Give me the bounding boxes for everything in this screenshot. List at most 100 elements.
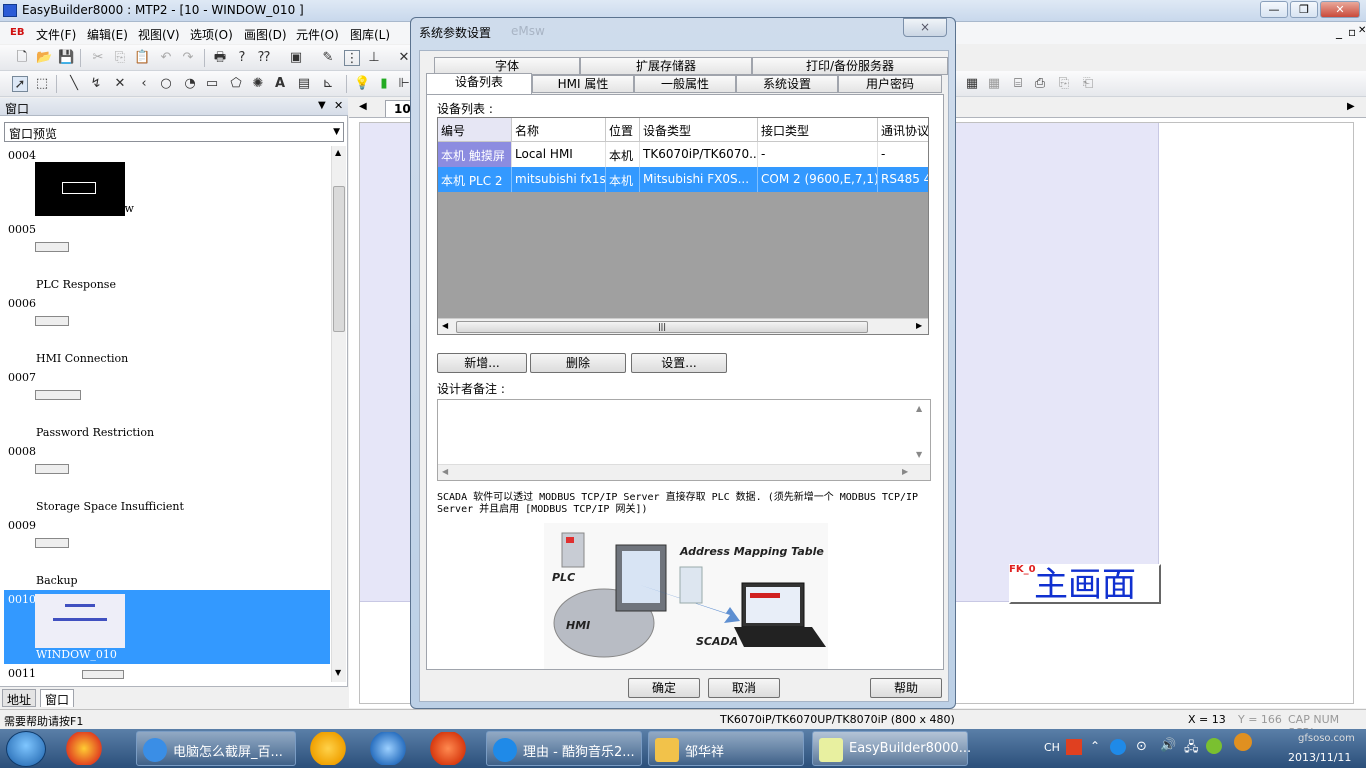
mdi-close-icon[interactable]: ✕ [1358, 25, 1366, 36]
tray-plus-icon[interactable] [1206, 738, 1222, 754]
text-icon[interactable]: A [272, 76, 288, 92]
menu-edit[interactable]: 编辑(E) [87, 26, 128, 43]
maximize-button[interactable]: ❐ [1290, 1, 1318, 18]
tab-scroll-left-icon[interactable]: ◀ [359, 101, 367, 112]
tab-print-backup-server[interactable]: 打印/备份服务器 [752, 57, 948, 75]
pie-icon[interactable]: ◔ [182, 76, 198, 92]
align-icon[interactable]: ⊥ [366, 50, 382, 66]
flash-app-icon[interactable] [424, 732, 472, 765]
arc-icon[interactable]: ‹ [136, 76, 152, 92]
scroll-up-icon[interactable]: ▲ [916, 404, 922, 413]
clock-date[interactable]: 2013/11/11 [1288, 751, 1351, 764]
col-header-device-type[interactable]: 设备类型 [640, 118, 758, 142]
add-device-button[interactable]: 新增... [437, 353, 527, 373]
ok-button[interactable]: 确定 [628, 678, 700, 698]
context-help-icon[interactable]: ⁇ [256, 50, 272, 66]
col-header-id[interactable]: 编号 [438, 118, 512, 142]
help-button[interactable]: 帮助 [870, 678, 942, 698]
menu-options[interactable]: 选项(O) [190, 26, 233, 43]
settings-gear-icon[interactable] [1234, 733, 1252, 751]
line-icon[interactable]: ╲ [66, 76, 82, 92]
rectangle-icon[interactable]: ▭ [204, 76, 220, 92]
scroll-thumb[interactable]: ||| [456, 321, 868, 333]
dialog-close-button[interactable]: × [903, 18, 947, 37]
window-item-0004[interactable]: 0004 Common Window [4, 146, 330, 220]
pinned-app-icon[interactable] [60, 732, 108, 765]
tab-user-password[interactable]: 用户密码 [838, 75, 942, 93]
cross-icon[interactable]: ✕ [112, 76, 128, 92]
menu-view[interactable]: 视图(V) [138, 26, 180, 43]
library-icon[interactable]: ▣ [288, 50, 304, 66]
bulb-icon[interactable]: 💡 [354, 76, 370, 92]
network-icon[interactable]: 🖧 [1184, 738, 1199, 760]
paste-icon[interactable]: 📋 [134, 50, 150, 66]
burst-icon[interactable]: ✺ [250, 76, 266, 92]
tab-system-settings[interactable]: 系统设置 [736, 75, 838, 93]
mdi-minimize-icon[interactable]: _ [1336, 25, 1342, 39]
taskbar-item-browser[interactable]: 电脑怎么截屏_百... [136, 731, 296, 766]
col-header-name[interactable]: 名称 [512, 118, 606, 142]
picture-icon[interactable]: ▤ [296, 76, 312, 92]
scroll-down-icon[interactable]: ▼ [916, 450, 922, 459]
window-item-0009[interactable]: 0009 Backup [4, 516, 330, 590]
menu-draw[interactable]: 画图(D) [244, 26, 287, 43]
table-horizontal-scrollbar[interactable]: ◀ ||| ▶ [438, 318, 928, 334]
help-icon[interactable]: ? [234, 50, 250, 66]
tab-scroll-right-icon[interactable]: ▶ [1347, 101, 1355, 112]
tab-address[interactable]: 地址 [2, 689, 37, 707]
open-folder-icon[interactable]: 📂 [36, 50, 52, 66]
window-item-0006[interactable]: 0006 HMI Connection [4, 294, 330, 368]
grid-icon[interactable]: ⋮ [344, 50, 360, 66]
panel-dropdown-icon[interactable]: ▼ [318, 100, 326, 111]
col-header-interface[interactable]: 接口类型 [758, 118, 878, 142]
grid-disabled-icon[interactable]: ▦ [986, 76, 1002, 92]
menu-objects[interactable]: 元件(O) [296, 26, 339, 43]
taskbar-item-kugou[interactable]: 理由 - 酷狗音乐2... [486, 731, 642, 766]
tray-app-icon[interactable]: ⊙ [1136, 739, 1147, 754]
window-list-scrollbar[interactable]: ▲ ▼ [331, 146, 346, 682]
kugou-tray-icon[interactable] [1110, 739, 1126, 755]
scroll-right-icon[interactable]: ▶ [916, 321, 922, 330]
new-file-icon[interactable]: 🗋 [14, 50, 30, 66]
scale-icon[interactable]: ⊾ [320, 76, 336, 92]
tray-expand-icon[interactable]: ⌃ [1090, 739, 1100, 753]
cut-icon[interactable]: ✂ [90, 50, 106, 66]
network-app-icon[interactable] [364, 732, 412, 765]
window-item-0007[interactable]: 0007 Password Restriction [4, 368, 330, 442]
copy-icon[interactable]: ⎘ [112, 50, 128, 66]
polygon-icon[interactable]: ⬠ [228, 76, 244, 92]
tab-window[interactable]: 窗口 [40, 689, 75, 707]
table-icon[interactable]: ▦ [964, 76, 980, 92]
device-settings-button[interactable]: 设置... [631, 353, 727, 373]
print-icon[interactable]: 🖶 [212, 50, 228, 66]
panel-close-icon[interactable]: ✕ [334, 99, 343, 112]
window-item-0010[interactable]: 0010 WINDOW_010 [4, 590, 330, 664]
col-header-location[interactable]: 位置 [606, 118, 640, 142]
tab-extended-memory[interactable]: 扩展存储器 [580, 57, 752, 75]
tab-hmi-attributes[interactable]: HMI 属性 [532, 75, 634, 93]
menu-file[interactable]: 文件(F) [36, 26, 76, 43]
volume-icon[interactable]: 🔊 [1160, 738, 1176, 753]
copy-disabled-icon[interactable]: ⎘ [1056, 76, 1072, 92]
window-item-0008[interactable]: 0008 Storage Space Insufficient [4, 442, 330, 516]
save-icon[interactable]: 💾 [58, 50, 74, 66]
paste-disabled-icon[interactable]: ⎗ [1080, 76, 1096, 92]
close-button[interactable]: ✕ [1320, 1, 1360, 18]
cancel-button[interactable]: 取消 [708, 678, 780, 698]
mdi-restore-icon[interactable]: ▫ [1348, 25, 1356, 39]
pc-icon[interactable]: ⎙ [1032, 76, 1048, 92]
delete-device-button[interactable]: 删除 [530, 353, 626, 373]
taskbar-item-easybuilder[interactable]: EasyBuilder8000... [812, 731, 971, 766]
redo-icon[interactable]: ↷ [180, 50, 196, 66]
macro-icon[interactable]: ⌸ [1010, 76, 1026, 92]
window-view-select[interactable]: 窗口预览 ▼ [4, 122, 344, 142]
scroll-left-icon[interactable]: ◀ [442, 321, 448, 330]
lamp-icon[interactable]: ▮ [376, 76, 392, 92]
select-arrow-icon[interactable]: ➚ [12, 76, 28, 92]
input-language[interactable]: CH [1044, 741, 1060, 754]
ime-icon[interactable] [1066, 739, 1082, 755]
tab-general-attributes[interactable]: 一般属性 [634, 75, 736, 93]
undo-icon[interactable]: ↶ [158, 50, 174, 66]
polyline-icon[interactable]: ↯ [88, 76, 104, 92]
designer-notes-textarea[interactable]: ▲ ▼ ◀ ▶ [437, 399, 931, 481]
